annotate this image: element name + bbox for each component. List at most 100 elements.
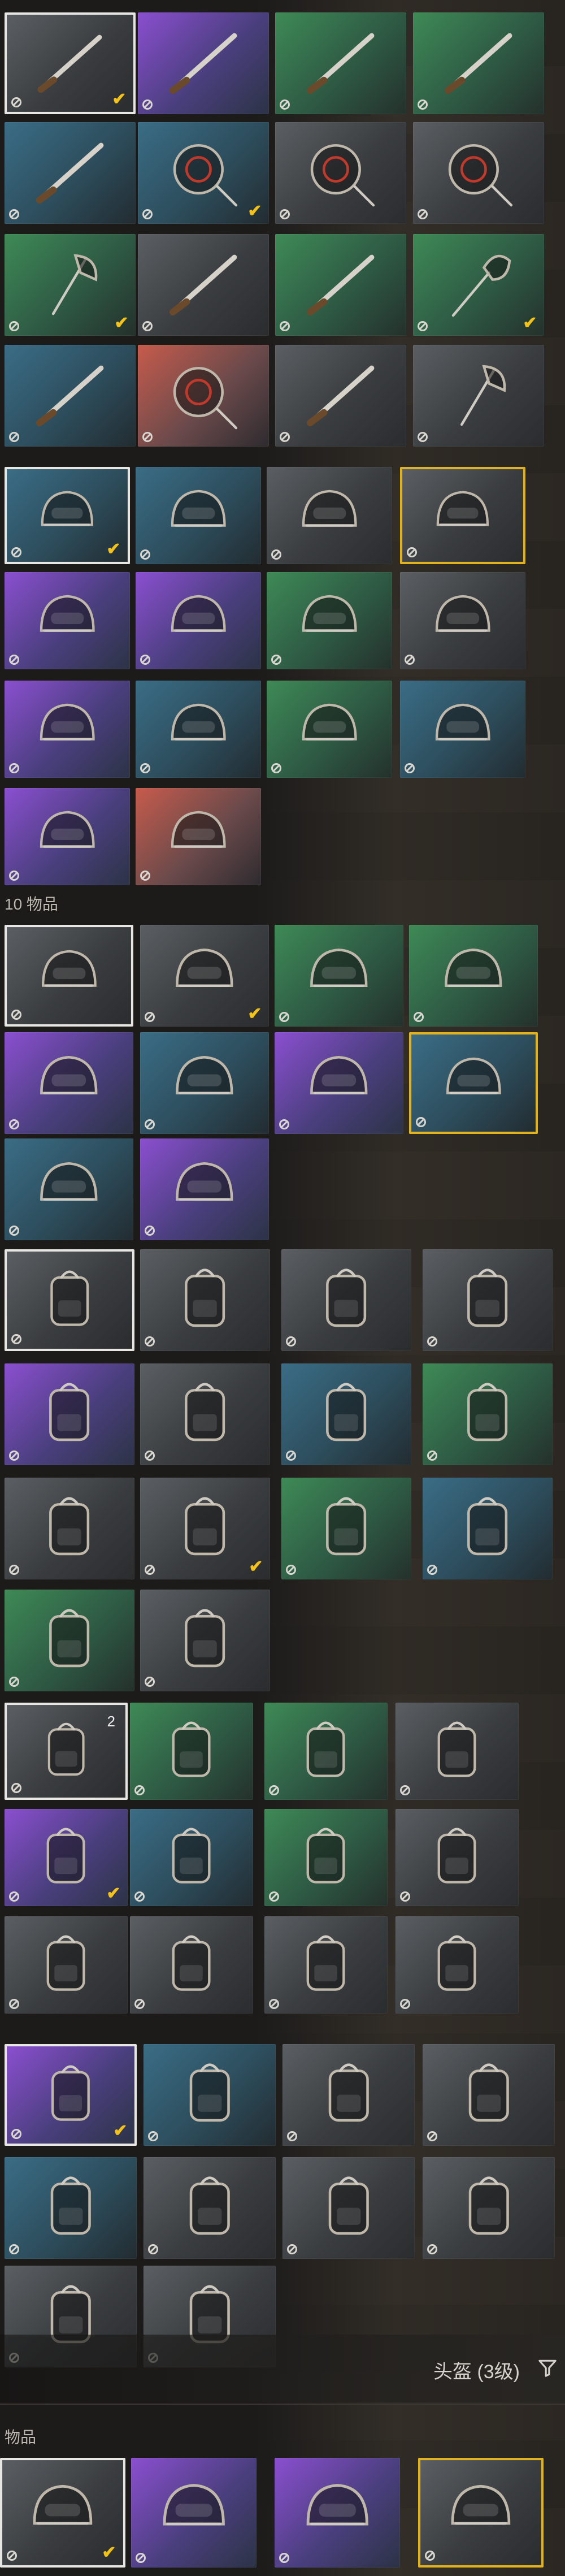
helmet-lv3-item-10[interactable] [136, 681, 261, 778]
helmet-lv3-item-11[interactable] [267, 681, 392, 778]
unavailable-icon [136, 2553, 146, 2563]
melee-item-14[interactable] [138, 345, 269, 447]
helmet-lv1-item-10[interactable] [140, 1138, 269, 1240]
backpack-b-item-6[interactable] [130, 1809, 253, 1906]
backpack-a-item-6[interactable] [140, 1363, 270, 1465]
helmet-lv3-item-13[interactable] [5, 788, 130, 885]
melee-item-5[interactable] [5, 122, 136, 224]
helmet-lv1-item-8[interactable] [409, 1032, 538, 1134]
backpack-c-item-2[interactable] [144, 2044, 276, 2146]
helmet-lv3-bottom-item-3[interactable] [275, 2458, 400, 2568]
backpack-b-item-2[interactable] [130, 1703, 253, 1800]
melee-item-8[interactable] [413, 122, 544, 224]
backpack-a-item-2[interactable] [140, 1249, 270, 1351]
backpack-a-item-5[interactable] [5, 1363, 134, 1465]
melee-item-11[interactable] [275, 234, 406, 336]
backpack-b-item-11[interactable] [264, 1916, 388, 2014]
backpack-a-item-14[interactable] [140, 1590, 270, 1691]
helmet-lv3-item-6[interactable] [136, 572, 261, 669]
unavailable-icon [148, 2131, 158, 2141]
backpack-c-item-7[interactable] [282, 2157, 415, 2259]
backpack-b-item-10[interactable] [130, 1916, 253, 2014]
filter-icon[interactable] [538, 2358, 557, 2378]
bat-icon [306, 255, 374, 316]
helmet-lv3-item-14[interactable] [136, 788, 261, 885]
melee-item-16[interactable] [413, 345, 544, 447]
backpack-b-item-12[interactable] [395, 1916, 519, 2014]
melee-item-3[interactable] [275, 12, 406, 114]
helmet-lv3-bottom-item-2[interactable] [131, 2458, 257, 2568]
helmet-lv3-bottom-item-4[interactable] [418, 2458, 544, 2568]
backpack-c-item-6[interactable] [144, 2157, 276, 2259]
backpack-b-item-9[interactable] [5, 1916, 128, 2014]
helmet-lv1-item-7[interactable] [275, 1032, 403, 1134]
melee-item-4[interactable] [413, 12, 544, 114]
melee-item-1[interactable]: ✔ [5, 12, 136, 114]
backpack-a-item-7[interactable] [281, 1363, 411, 1465]
backpack-icon [172, 1721, 211, 1777]
melee-item-2[interactable] [138, 12, 269, 114]
unavailable-icon [279, 1012, 289, 1022]
backpack-icon [172, 1935, 211, 1991]
backpack-a-item-3[interactable] [281, 1249, 411, 1351]
helmet-lv1-item-1[interactable] [5, 925, 133, 1027]
backpack-c-item-4[interactable] [423, 2044, 555, 2146]
backpack-a-item-13[interactable] [5, 1590, 134, 1691]
unavailable-icon [7, 2551, 17, 2561]
helmet-lv1-item-2[interactable]: ✔ [140, 925, 269, 1027]
helmet-lv3-item-7[interactable] [267, 572, 392, 669]
helmet-lv3-item-3[interactable] [267, 467, 392, 564]
helmet-lv1-item-4[interactable] [409, 925, 538, 1027]
melee-item-7[interactable] [275, 122, 406, 224]
backpack-a-item-8[interactable] [423, 1363, 553, 1465]
motorcycle-helmet-icon [171, 490, 226, 527]
helmet-lv3-item-2[interactable] [136, 467, 261, 564]
melee-item-10[interactable] [138, 234, 269, 336]
backpack-a-item-10[interactable]: ✔ [140, 1478, 270, 1579]
backpack-icon [467, 1383, 508, 1441]
helmet-lv3-item-9[interactable] [5, 681, 130, 778]
backpack-c-item-5[interactable] [5, 2157, 137, 2259]
backpack-b-item-4[interactable] [395, 1703, 519, 1800]
helmet-lv1-item-9[interactable] [5, 1138, 133, 1240]
melee-item-13[interactable] [5, 345, 136, 447]
backpack-b-item-5[interactable]: ✔ [5, 1809, 128, 1906]
unavailable-icon [427, 1451, 437, 1461]
backpack-a-item-4[interactable] [423, 1249, 553, 1351]
backpack-b-item-8[interactable] [395, 1809, 519, 1906]
helmet-lv3-item-12[interactable] [400, 681, 525, 778]
backpack-a-item-12[interactable] [423, 1478, 553, 1579]
helmet-lv3-icon [306, 2483, 368, 2525]
backpack-c-item-8[interactable] [423, 2157, 555, 2259]
backpack-icon [50, 2176, 91, 2235]
melee-item-9[interactable]: ✔ [5, 234, 136, 336]
backpack-icon [185, 1268, 225, 1327]
helmet-lv1-item-3[interactable] [275, 925, 403, 1027]
helmet-lv3-bottom-item-1[interactable]: ✔ [0, 2458, 125, 2568]
helmet-lv1-item-5[interactable] [5, 1032, 133, 1134]
backpack-b-item-3[interactable] [264, 1703, 388, 1800]
backpack-a-item-9[interactable] [5, 1478, 134, 1579]
filter-label[interactable]: 头盔 (3级) [433, 2356, 520, 2384]
melee-item-6[interactable]: ✔ [138, 122, 269, 224]
checkmark-icon: ✔ [106, 1884, 121, 1903]
melee-item-15[interactable] [275, 345, 406, 447]
backpack-icon [50, 1270, 89, 1326]
helmet-lv3-item-4[interactable] [400, 467, 525, 564]
melee-item-12[interactable]: ✔ [413, 234, 544, 336]
checker-helmet-icon [435, 703, 490, 741]
backpack-c-item-3[interactable] [282, 2044, 415, 2146]
helmet-lv1-item-6[interactable] [140, 1032, 269, 1134]
helmet-section-caption: 10 物品 [5, 895, 58, 913]
backpack-b-item-7[interactable] [264, 1809, 388, 1906]
backpack-a-item-11[interactable] [281, 1478, 411, 1579]
helmet-lv3-item-8[interactable] [400, 572, 525, 669]
backpack-icon [185, 1609, 225, 1668]
unavailable-icon [142, 209, 153, 219]
backpack-b-item-1[interactable]: 2 [5, 1703, 128, 1800]
helmet-lv3-item-5[interactable] [5, 572, 130, 669]
army-helmet-icon [446, 1057, 501, 1094]
helmet-lv3-item-1[interactable]: ✔ [5, 467, 130, 564]
backpack-c-item-1[interactable]: ✔ [5, 2044, 137, 2146]
backpack-a-item-1[interactable] [5, 1249, 134, 1351]
